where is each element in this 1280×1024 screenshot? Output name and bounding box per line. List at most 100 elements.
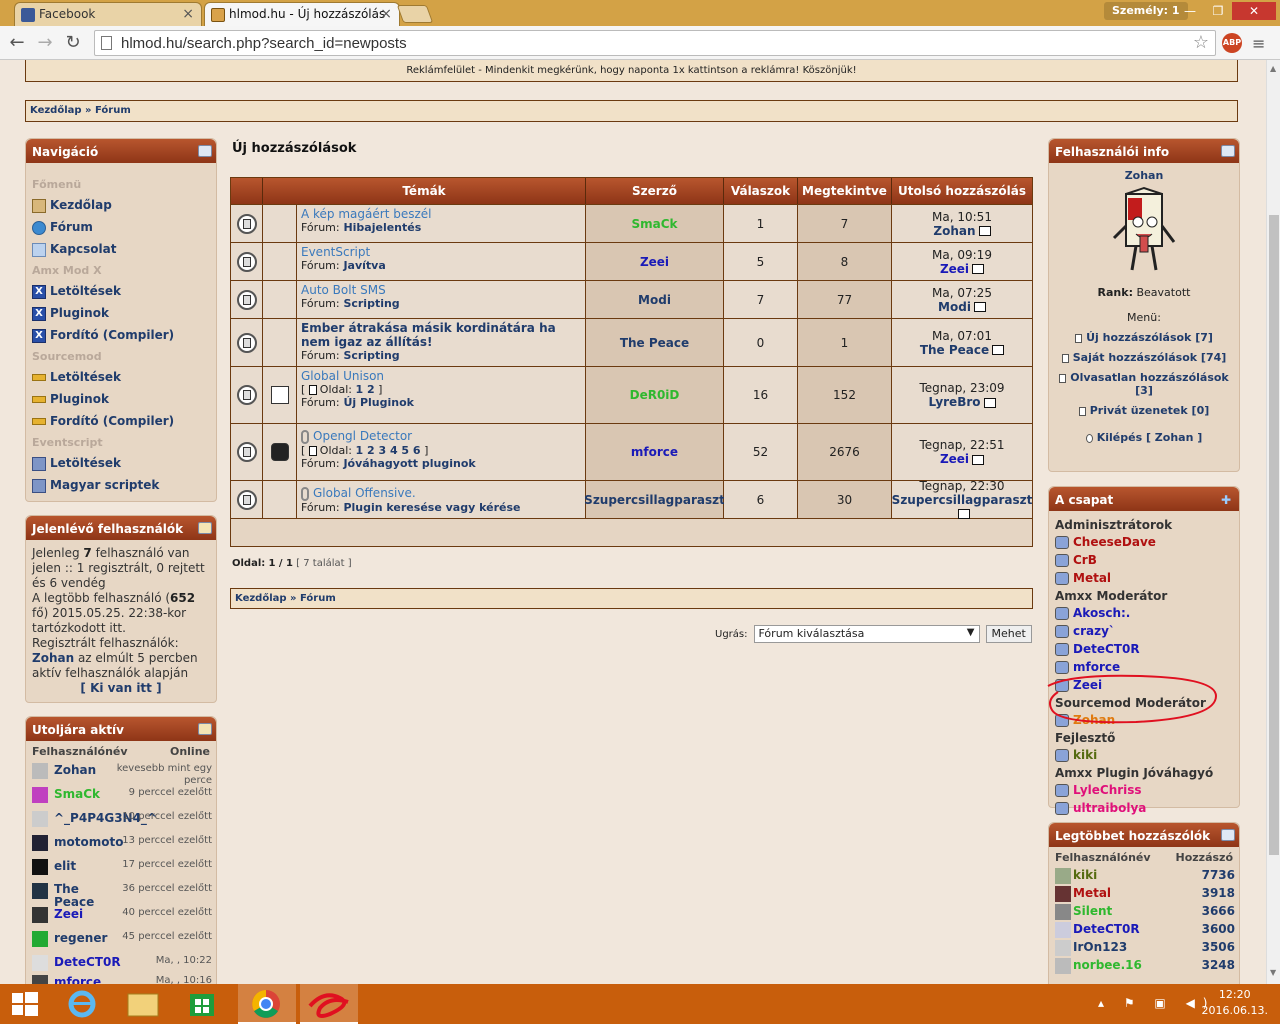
member-name[interactable]: DeteCT0R [1073, 642, 1140, 656]
new-tab-button[interactable] [396, 5, 434, 23]
nav-item-amx-compiler[interactable]: X Fordító (Compiler) [26, 325, 216, 347]
close-icon[interactable]: × [380, 6, 392, 22]
member-name[interactable]: ultraibolya [1073, 801, 1146, 815]
window-close-icon[interactable]: ✕ [1232, 2, 1276, 20]
nav-item-sm-downloads[interactable]: Letöltések [26, 367, 216, 389]
scrollbar-thumb[interactable] [1269, 215, 1279, 855]
page-scrollbar[interactable]: ▲ ▼ [1266, 60, 1280, 984]
team-member[interactable]: CheeseDave [1049, 533, 1239, 551]
tab-hlmod[interactable]: hlmod.hu - Új hozzászólás × [204, 2, 400, 26]
forum-link[interactable]: Jóváhagyott pluginok [343, 457, 475, 470]
internet-explorer-button[interactable] [58, 984, 116, 1024]
go-button[interactable]: Mehet [985, 625, 1032, 643]
scroll-down-icon[interactable]: ▼ [1270, 968, 1276, 977]
last-post-user[interactable]: Szupercsillagparaszt [892, 493, 1033, 507]
forum-link[interactable]: Javítva [343, 259, 385, 272]
collapse-icon[interactable] [198, 145, 212, 157]
list-item[interactable]: IrOn123 3506 [1049, 938, 1239, 956]
user-name[interactable]: norbee.16 [1073, 958, 1142, 972]
nav-item-sm-plugins[interactable]: Pluginok [26, 389, 216, 411]
menu-icon[interactable]: ≡ [1252, 34, 1265, 53]
last-post-user[interactable]: Modi [938, 300, 971, 314]
list-item[interactable]: norbee.16 3248 [1049, 956, 1239, 974]
username[interactable]: Zohan [1049, 169, 1239, 182]
system-tray-icons[interactable]: ▴ ⚑ ▣ ◀) [1098, 996, 1215, 1010]
team-member[interactable]: crazy` [1049, 622, 1239, 640]
go-to-post-icon[interactable] [972, 454, 985, 465]
list-item[interactable]: regener 45 perccel ezelőtt [26, 928, 216, 952]
topic-title[interactable]: Global Unison [301, 369, 581, 383]
forum-link[interactable]: Új Pluginok [343, 396, 414, 409]
nav-item-amx-downloads[interactable]: X Letöltések [26, 281, 216, 303]
team-member[interactable]: Akosch:. [1049, 604, 1239, 622]
last-post-user[interactable]: LyreBro [928, 395, 980, 409]
member-name[interactable]: kiki [1073, 748, 1097, 762]
maximize-icon[interactable]: ❐ [1204, 2, 1232, 20]
address-bar[interactable]: hlmod.hu/search.php?search_id=newposts ☆ [94, 30, 1216, 56]
team-member[interactable]: ultraibolya [1049, 799, 1239, 817]
team-member[interactable]: LyleChriss [1049, 781, 1239, 799]
author-link[interactable]: SmaCk [631, 217, 677, 231]
list-item[interactable]: mforce Ma, , 10:16 [26, 972, 216, 984]
forum-link[interactable]: Plugin keresése vagy kérése [343, 501, 520, 514]
nav-item-home[interactable]: Kezdőlap [26, 195, 216, 217]
nav-item-es-scripts[interactable]: Magyar scriptek [26, 475, 216, 497]
user-name[interactable]: elit [54, 859, 76, 873]
url-text[interactable]: hlmod.hu/search.php?search_id=newposts [121, 35, 407, 52]
user-name[interactable]: Metal [1073, 886, 1111, 900]
forum-link[interactable]: Scripting [343, 349, 399, 362]
scribble-app-button[interactable] [300, 984, 358, 1024]
page-links[interactable]: 1 2 [356, 383, 375, 396]
list-item[interactable]: The Peace 36 perccel ezelőtt [26, 880, 216, 909]
start-button[interactable] [0, 984, 58, 1024]
list-item[interactable]: DeteCT0R Ma, , 10:22 [26, 952, 216, 972]
topic-title[interactable]: Ember átrakása másik kordinátára ha nem … [301, 321, 581, 349]
file-explorer-button[interactable] [116, 984, 174, 1024]
nav-item-forum[interactable]: Fórum [26, 217, 216, 239]
member-name[interactable]: Akosch:. [1073, 606, 1130, 620]
list-item[interactable]: Silent 3666 [1049, 902, 1239, 920]
topic-title[interactable]: Global Offensive. [313, 486, 416, 500]
adblock-icon[interactable]: ABP [1222, 33, 1242, 53]
own-posts-link[interactable]: Saját hozzászólások [74] [1049, 351, 1239, 364]
new-posts-link[interactable]: Új hozzászólások [7] [1049, 331, 1239, 344]
breadcrumb-forum[interactable]: Fórum [300, 593, 336, 604]
topic-title[interactable]: EventScript [301, 245, 581, 259]
system-clock[interactable]: 12:20 2016.06.13. [1202, 987, 1268, 1019]
topic-title[interactable]: Opengl Detector [313, 429, 412, 443]
list-item[interactable]: elit 17 perccel ezelőtt [26, 856, 216, 880]
forward-arrow-icon[interactable]: → [34, 32, 56, 54]
go-to-post-icon[interactable] [992, 345, 1005, 355]
nav-item-contact[interactable]: Kapcsolat [26, 239, 216, 261]
who-is-online-link[interactable]: [ Ki van itt ] [32, 681, 210, 696]
scroll-up-icon[interactable]: ▲ [1270, 64, 1276, 73]
store-button[interactable] [174, 984, 232, 1024]
member-name[interactable]: Metal [1073, 571, 1111, 585]
go-to-post-icon[interactable] [973, 302, 986, 312]
author-link[interactable]: DeR0iD [630, 388, 680, 402]
list-item[interactable]: ^_P4P4G3N4_^ 10 perccel ezelőtt [26, 808, 216, 832]
user-name[interactable]: IrOn123 [1073, 940, 1127, 954]
list-item[interactable]: motomoto 13 perccel ezelőtt [26, 832, 216, 856]
list-item[interactable]: Zohan kevesebb mint egy perce [26, 760, 216, 786]
user-name[interactable]: Zohan [54, 763, 96, 777]
author-link[interactable]: mforce [631, 445, 678, 459]
ad-banner[interactable]: Reklámfelület - Mindenkit megkérünk, hog… [25, 60, 1238, 82]
last-post-user[interactable]: The Peace [920, 343, 989, 357]
list-item[interactable]: Metal 3918 [1049, 884, 1239, 902]
breadcrumb-forum[interactable]: Fórum [95, 105, 131, 116]
minimize-icon[interactable]: — [1176, 2, 1204, 20]
team-member[interactable]: CrB [1049, 551, 1239, 569]
list-item[interactable]: SmaCk 9 perccel ezelőtt [26, 784, 216, 808]
unread-posts-link[interactable]: Olvasatlan hozzászólások [3] [1049, 371, 1239, 397]
team-member[interactable]: Metal [1049, 569, 1239, 587]
topic-title[interactable]: A kép magáért beszél [301, 207, 581, 221]
nav-item-sm-compiler[interactable]: Fordító (Compiler) [26, 411, 216, 433]
go-to-post-icon[interactable] [957, 509, 970, 519]
breadcrumb-home[interactable]: Kezdőlap [30, 105, 82, 116]
last-post-user[interactable]: Zohan [933, 224, 975, 238]
go-to-post-icon[interactable] [972, 264, 985, 274]
member-name[interactable]: crazy` [1073, 624, 1115, 638]
last-post-user[interactable]: Zeei [940, 452, 969, 466]
forum-select[interactable]: Fórum kiválasztása ▼ [753, 625, 980, 643]
